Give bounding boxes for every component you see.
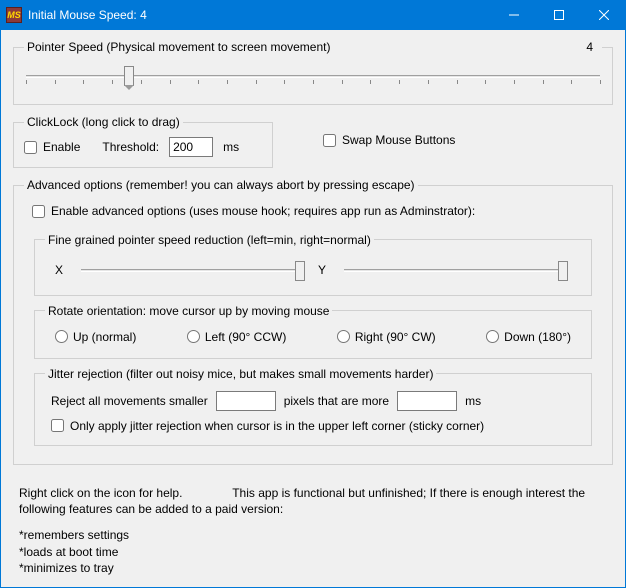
rotate-up-label: Up (normal)	[73, 330, 136, 344]
swap-mouse-checkbox[interactable]: Swap Mouse Buttons	[323, 133, 455, 147]
rotate-right-radio[interactable]: Right (90° CW)	[337, 330, 436, 344]
rotate-left-label: Left (90° CCW)	[205, 330, 286, 344]
jitter-pixels-input[interactable]	[216, 391, 276, 411]
footer-para: Right click on the icon for help. This a…	[19, 485, 607, 517]
fine-y-label: Y	[318, 263, 326, 277]
clicklock-group: ClickLock (long click to drag) Enable Th…	[13, 115, 273, 168]
fine-x-label: X	[55, 263, 63, 277]
rotate-up-radio[interactable]: Up (normal)	[55, 330, 136, 344]
fine-grained-legend: Fine grained pointer speed reduction (le…	[45, 233, 374, 247]
footer-bullet-1: *remembers settings	[19, 527, 607, 543]
jitter-unit: ms	[465, 394, 481, 408]
rotate-down-label: Down (180°)	[504, 330, 571, 344]
rotate-down-radio[interactable]: Down (180°)	[486, 330, 571, 344]
swap-mouse-label: Swap Mouse Buttons	[342, 133, 455, 147]
pointer-speed-legend: Pointer Speed (Physical movement to scre…	[27, 40, 330, 54]
clicklock-enable-checkbox[interactable]: Enable	[24, 140, 80, 154]
jitter-text-b: pixels that are more	[284, 394, 389, 408]
jitter-ms-input[interactable]	[397, 391, 457, 411]
threshold-label: Threshold:	[102, 140, 159, 154]
threshold-unit: ms	[223, 140, 239, 154]
rotate-left-radio[interactable]: Left (90° CCW)	[187, 330, 286, 344]
advanced-legend: Advanced options (remember! you can alwa…	[24, 178, 418, 192]
footer-text: Right click on the icon for help. This a…	[13, 485, 613, 576]
rotate-group: Rotate orientation: move cursor up by mo…	[34, 304, 592, 359]
close-icon	[599, 10, 609, 20]
rotate-right-label: Right (90° CW)	[355, 330, 436, 344]
maximize-icon	[554, 10, 564, 20]
maximize-button[interactable]	[536, 0, 581, 30]
clicklock-enable-label: Enable	[43, 140, 80, 154]
client-area: Pointer Speed (Physical movement to scre…	[1, 30, 625, 587]
titlebar: MS Initial Mouse Speed: 4	[0, 0, 626, 30]
enable-advanced-label: Enable advanced options (uses mouse hook…	[51, 204, 475, 218]
clicklock-legend: ClickLock (long click to drag)	[24, 115, 183, 129]
enable-advanced-checkbox[interactable]: Enable advanced options (uses mouse hook…	[32, 204, 475, 218]
advanced-group: Advanced options (remember! you can alwa…	[13, 178, 613, 465]
fine-grained-group: Fine grained pointer speed reduction (le…	[34, 233, 592, 296]
pointer-speed-slider[interactable]	[26, 66, 600, 94]
rotate-legend: Rotate orientation: move cursor up by mo…	[45, 304, 332, 318]
jitter-legend: Jitter rejection (filter out noisy mice,…	[45, 367, 436, 381]
jitter-text-a: Reject all movements smaller	[51, 394, 208, 408]
fine-y-slider[interactable]	[344, 259, 563, 281]
fine-x-slider[interactable]	[81, 259, 300, 281]
footer-bullet-3: *minimizes to tray	[19, 560, 607, 576]
minimize-button[interactable]	[491, 0, 536, 30]
jitter-sticky-label: Only apply jitter rejection when cursor …	[70, 419, 484, 433]
pointer-speed-value: 4	[586, 40, 599, 54]
jitter-group: Jitter rejection (filter out noisy mice,…	[34, 367, 592, 447]
footer-bullet-2: *loads at boot time	[19, 544, 607, 560]
jitter-sticky-checkbox[interactable]: Only apply jitter rejection when cursor …	[51, 419, 484, 433]
threshold-input[interactable]	[169, 137, 213, 157]
window-title: Initial Mouse Speed: 4	[28, 8, 491, 22]
pointer-speed-group: Pointer Speed (Physical movement to scre…	[13, 40, 613, 105]
minimize-icon	[509, 10, 519, 20]
close-button[interactable]	[581, 0, 626, 30]
app-icon: MS	[6, 7, 22, 23]
